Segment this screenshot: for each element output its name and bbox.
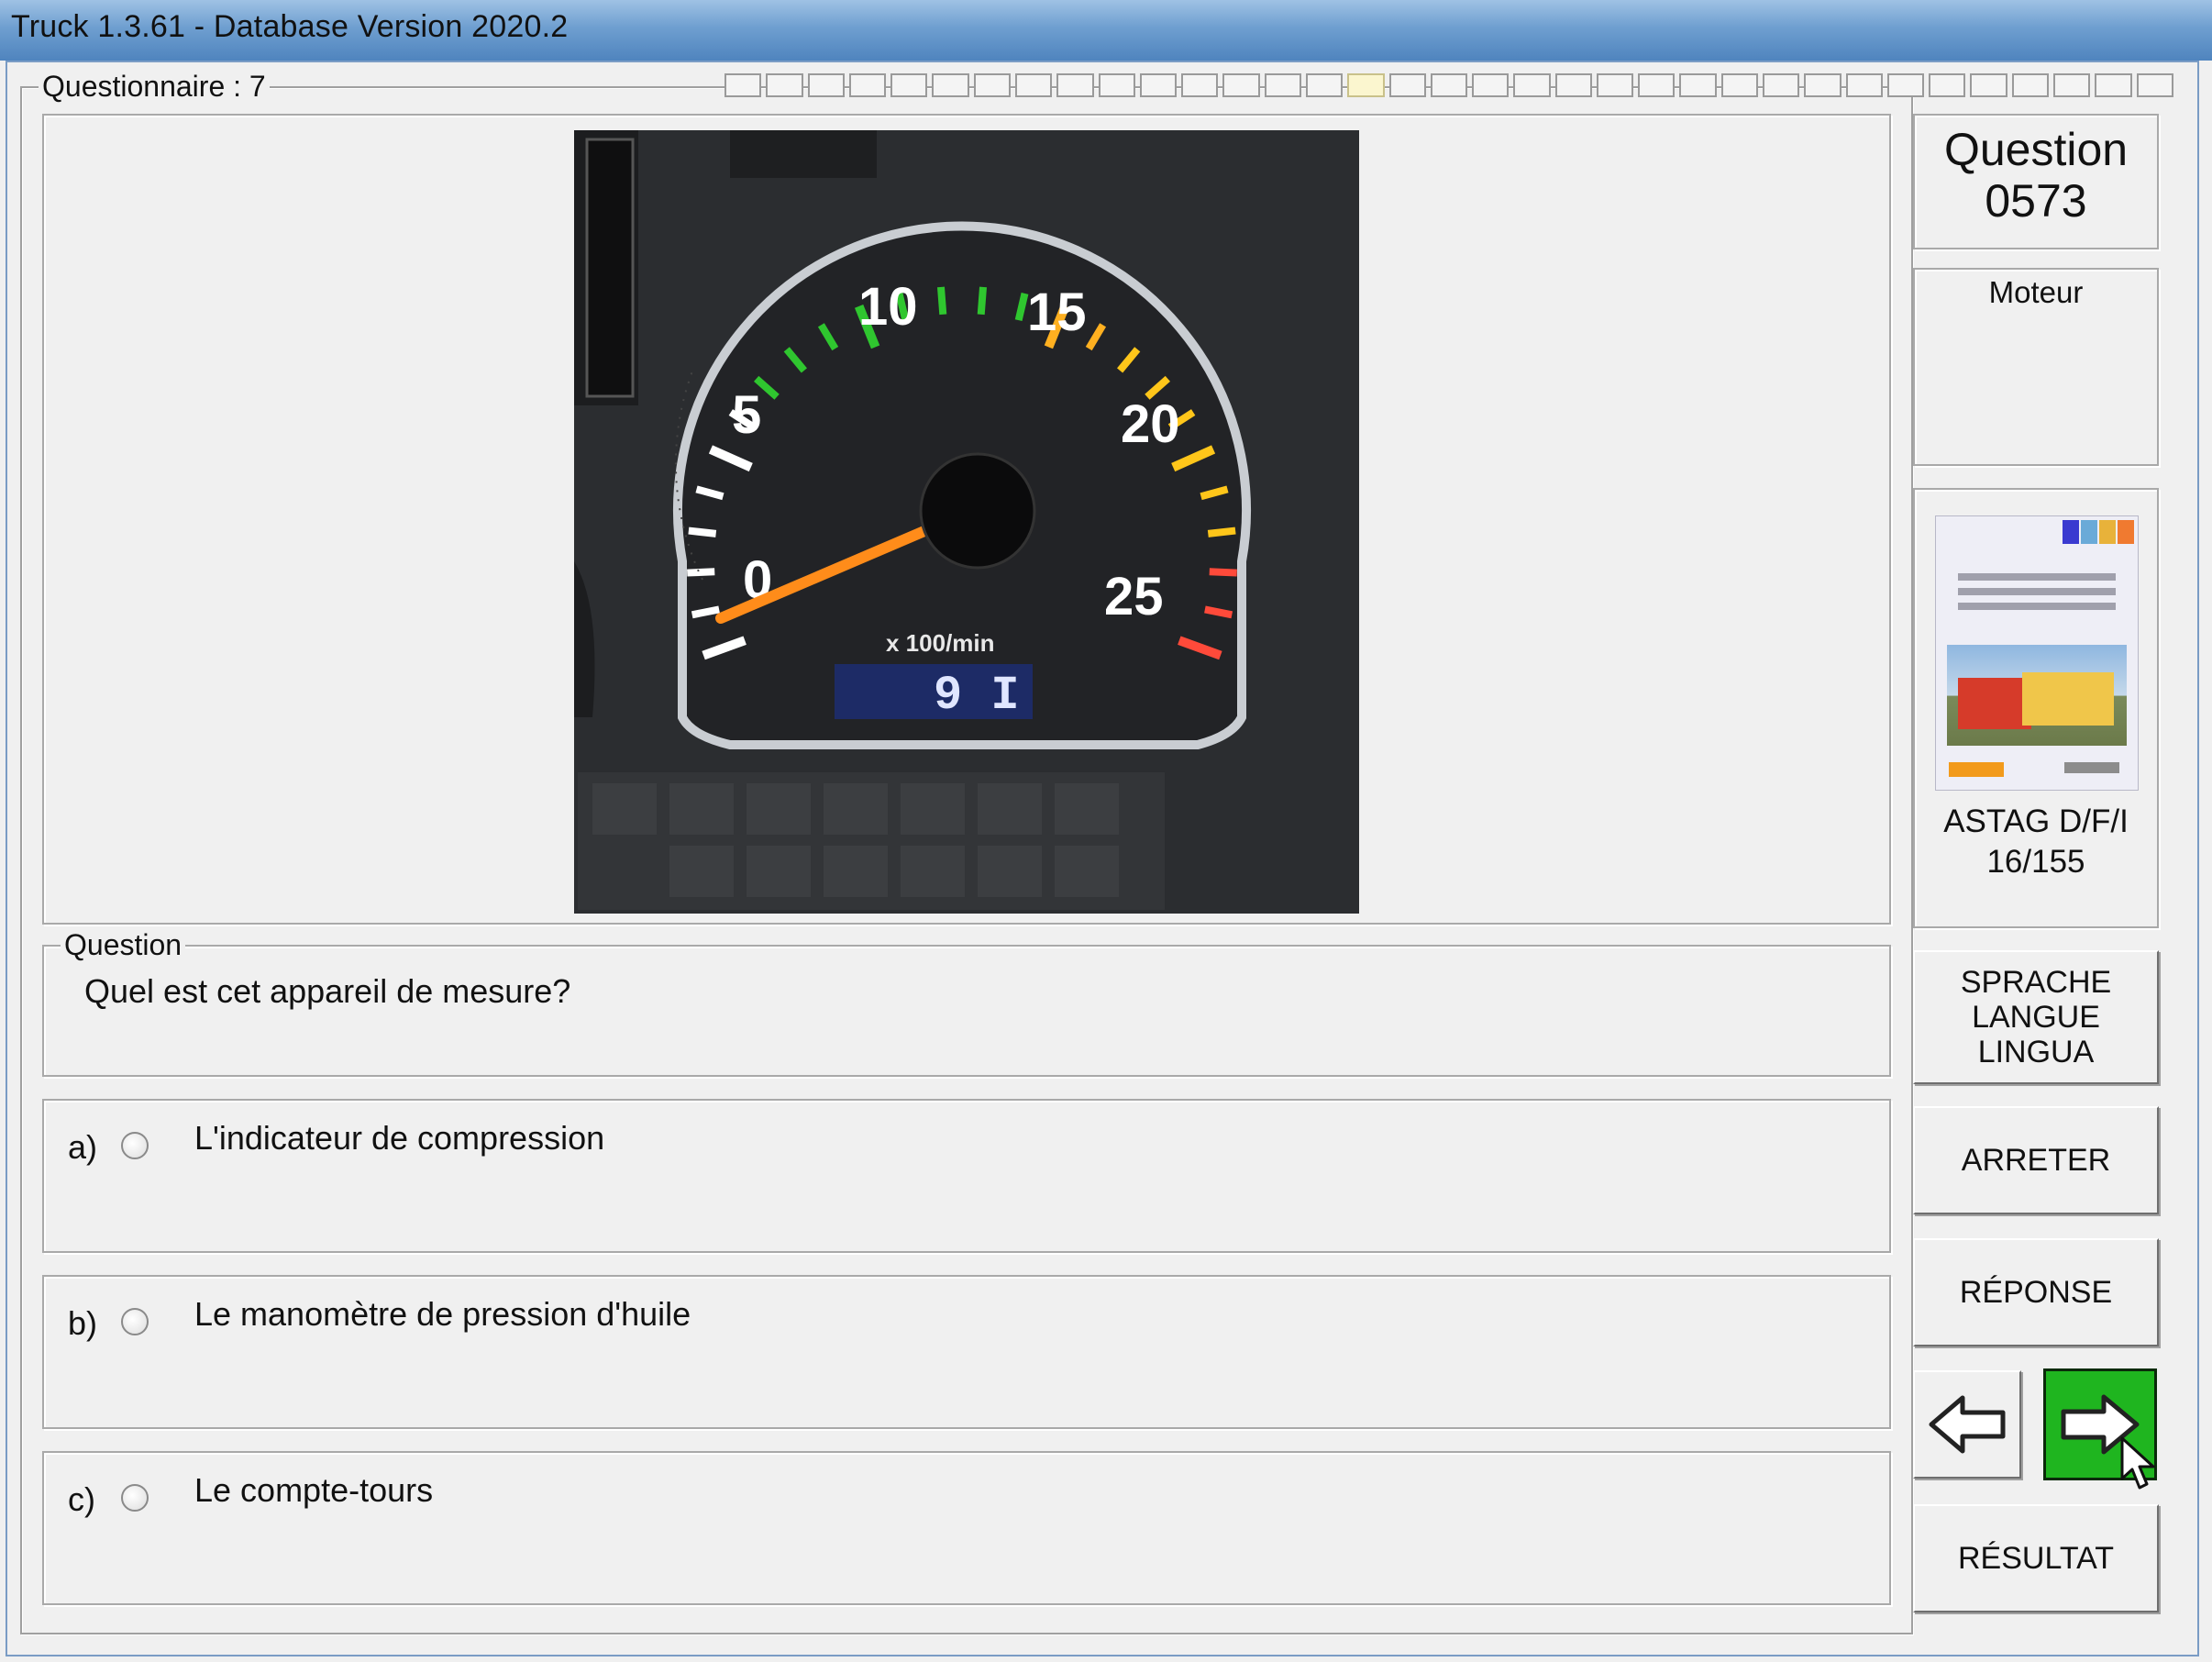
progress-segment (890, 73, 928, 97)
book-tab-ce (2081, 520, 2097, 544)
gauge-tick (688, 526, 717, 537)
progress-segment (1098, 73, 1135, 97)
previous-button[interactable] (1913, 1370, 2021, 1479)
answer-button[interactable]: RÉPONSE (1913, 1238, 2159, 1346)
stop-button[interactable]: ARRETER (1913, 1106, 2159, 1214)
question-panel (42, 945, 1891, 1077)
book-category-tabs (2063, 520, 2134, 544)
question-number-label: Question (1943, 124, 2129, 175)
progress-segment (1596, 73, 1634, 97)
answer-radio-c[interactable] (121, 1484, 149, 1512)
gauge-tick (936, 286, 947, 316)
gauge-label-20: 20 (1121, 394, 1180, 454)
window-title: Truck 1.3.61 - Database Version 2020.2 (11, 9, 569, 44)
progress-segment (973, 73, 1011, 97)
progress-segment (1222, 73, 1260, 97)
book-tab-de (2118, 520, 2134, 544)
gauge-label-10: 10 (858, 277, 918, 337)
progress-segment (932, 73, 969, 97)
progress-segment (1970, 73, 2007, 97)
gauge-label-5: 5 (732, 385, 761, 445)
progress-segment (1472, 73, 1510, 97)
category-label: Moteur (1988, 275, 2084, 309)
gauge-tick (1209, 568, 1237, 577)
progress-segment (766, 73, 803, 97)
answer-radio-b[interactable] (121, 1308, 149, 1335)
progress-segment (1886, 73, 1925, 97)
question-number-box: Question 0573 (1913, 114, 2159, 249)
gauge-odometer: 9 I (934, 669, 1020, 723)
progress-segment (1056, 73, 1094, 97)
progress-segment (1763, 73, 1800, 97)
book-tab-d (2099, 520, 2116, 544)
publisher-logo-2 (2064, 762, 2119, 773)
result-button[interactable]: RÉSULTAT (1913, 1504, 2159, 1612)
gauge-label-25: 25 (1104, 567, 1164, 626)
title-bar: Truck 1.3.61 - Database Version 2020.2 (0, 0, 2212, 61)
progress-segment (2095, 73, 2132, 97)
tachometer-gauge: 0 5 10 15 20 25 x 100/min 9 I (574, 130, 1359, 914)
gauge-tick (1207, 526, 1236, 537)
progress-segment (1347, 73, 1385, 97)
answer-radio-a[interactable] (121, 1132, 149, 1159)
questionnaire-label: Questionnaire : 7 (39, 70, 270, 104)
book-title: ASTAG D/F/I (1943, 803, 2129, 839)
mouse-pointer-icon (2120, 1436, 2155, 1490)
language-label-de: SPRACHE (1960, 964, 2112, 1000)
progress-segment (1388, 73, 1426, 97)
progress-segment (1014, 73, 1053, 97)
question-number-value: 0573 (1985, 175, 2087, 227)
book-cover-image (1935, 515, 2139, 791)
question-progress-bar (724, 73, 2173, 97)
answer-letter-c: c) (68, 1480, 95, 1518)
progress-segment (1513, 73, 1551, 97)
progress-segment (1804, 73, 1841, 97)
progress-segment (1720, 73, 1759, 97)
progress-segment (1139, 73, 1178, 97)
progress-segment (1845, 73, 1883, 97)
answer-text-c[interactable]: Le compte-tours (194, 1471, 433, 1510)
progress-segment (1430, 73, 1468, 97)
question-text: Quel est cet appareil de mesure? (84, 972, 571, 1010)
gauge-unit: x 100/min (886, 629, 995, 657)
book-page: 16/155 (1986, 844, 2085, 880)
progress-segment (2136, 73, 2173, 97)
gauge-hub (919, 452, 1036, 570)
progress-segment (1679, 73, 1717, 97)
progress-segment (2053, 73, 2091, 97)
gauge-tick (977, 286, 988, 316)
gauge-tick (687, 568, 715, 577)
progress-segment (1264, 73, 1301, 97)
progress-segment (1305, 73, 1344, 97)
question-legend: Question (61, 928, 186, 962)
progress-segment (1181, 73, 1219, 97)
language-label-it: LINGUA (1977, 1035, 2095, 1070)
progress-segment (2011, 73, 2049, 97)
book-tab-c (2063, 520, 2079, 544)
answer-text-a[interactable]: L'indicateur de compression (194, 1119, 604, 1158)
answer-letter-b: b) (68, 1304, 98, 1342)
progress-segment (1554, 73, 1592, 97)
gauge-label-15: 15 (1027, 283, 1087, 342)
progress-segment (1929, 73, 1966, 97)
category-box: Moteur (1913, 268, 2159, 466)
language-button[interactable]: SPRACHE LANGUE LINGUA (1913, 950, 2159, 1084)
tachometer-photo: 0 5 10 15 20 25 x 100/min 9 I (574, 130, 1359, 914)
arrow-left-icon (1929, 1395, 2006, 1454)
progress-segment (1638, 73, 1676, 97)
progress-segment (724, 73, 762, 97)
answer-text-b[interactable]: Le manomètre de pression d'huile (194, 1295, 691, 1334)
answer-letter-a: a) (68, 1128, 98, 1166)
language-label-fr: LANGUE (1972, 999, 2100, 1035)
publisher-logo (1949, 762, 2004, 777)
source-book-box: ASTAG D/F/I 16/155 (1913, 488, 2159, 928)
progress-segment (807, 73, 845, 97)
progress-segment (848, 73, 887, 97)
